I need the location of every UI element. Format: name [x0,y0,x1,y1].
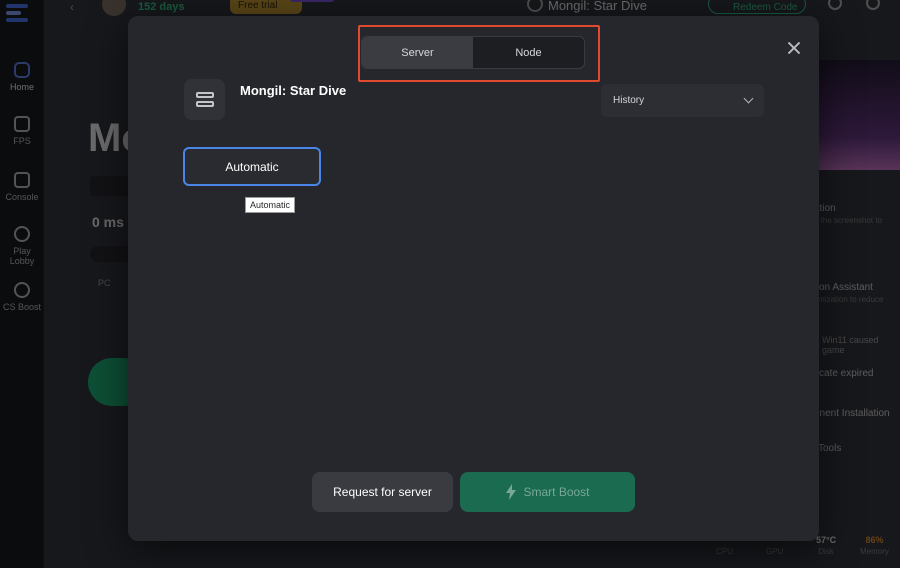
search-icon [527,0,543,12]
tooltip: Automatic [245,197,296,213]
avatar[interactable] [100,0,128,18]
right-item[interactable]: ficate expired [814,368,873,379]
tab-node[interactable]: Node [473,37,584,68]
server-option-automatic[interactable]: Automatic [183,147,321,186]
platform-label: PC [98,278,111,288]
settings-icon[interactable] [828,0,842,10]
latency-value: 0 ms [92,214,124,230]
sidebar-item-cs-boost[interactable]: CS Boost [0,282,44,312]
close-icon[interactable] [784,38,804,58]
smart-boost-button[interactable]: Smart Boost [460,472,635,512]
disk-stat: 57°C Disk [816,535,837,556]
home-icon [14,62,30,78]
right-item[interactable]: Win11 caused game [822,335,900,355]
boost-icon [14,282,30,298]
request-server-button[interactable]: Request for server [312,472,453,512]
lightning-icon [506,484,517,500]
back-icon[interactable]: ‹ [70,0,74,14]
top-game-name[interactable]: Mongil: Star Dive [548,0,647,13]
minimize-icon[interactable] [866,0,880,10]
right-item[interactable]: tion Assistant [814,282,873,293]
right-item-desc: n the screenshot to [814,216,883,225]
sidebar-item-fps[interactable]: FPS [0,116,44,146]
sidebar: Home FPS Console Play Lobby CS Boost [0,0,44,568]
sidebar-item-play-lobby[interactable]: Play Lobby [0,226,44,266]
redeem-code-button[interactable]: Redeem Code [708,0,806,14]
game-title: Mongil: Star Dive [240,83,347,98]
smart-boost-label: Smart Boost [523,485,590,499]
membership-days: 152 days [138,1,185,13]
sidebar-item-console[interactable]: Console [0,172,44,202]
sidebar-item-home[interactable]: Home [0,62,44,92]
chevron-down-icon [743,93,754,104]
memory-stat: 86% Memory [860,535,889,556]
server-node-tabs: Server Node [361,36,585,69]
server-stack-icon [184,79,225,120]
hot-badge [290,0,334,2]
gamepad-icon [14,172,30,188]
server-select-dialog: Server Node Mongil: Star Dive History Au… [128,16,819,541]
tab-server[interactable]: Server [362,37,473,68]
monitor-icon [14,116,30,132]
history-label: History [613,95,645,106]
right-item-desc: timization to reduce [814,295,884,304]
right-item[interactable]: onent Installation [814,408,890,419]
history-dropdown[interactable]: History [601,84,764,117]
right-item[interactable]: Tools [818,443,841,454]
free-trial-badge[interactable]: Free trial [230,0,302,14]
app-logo [6,4,28,22]
lobby-icon [14,226,30,242]
